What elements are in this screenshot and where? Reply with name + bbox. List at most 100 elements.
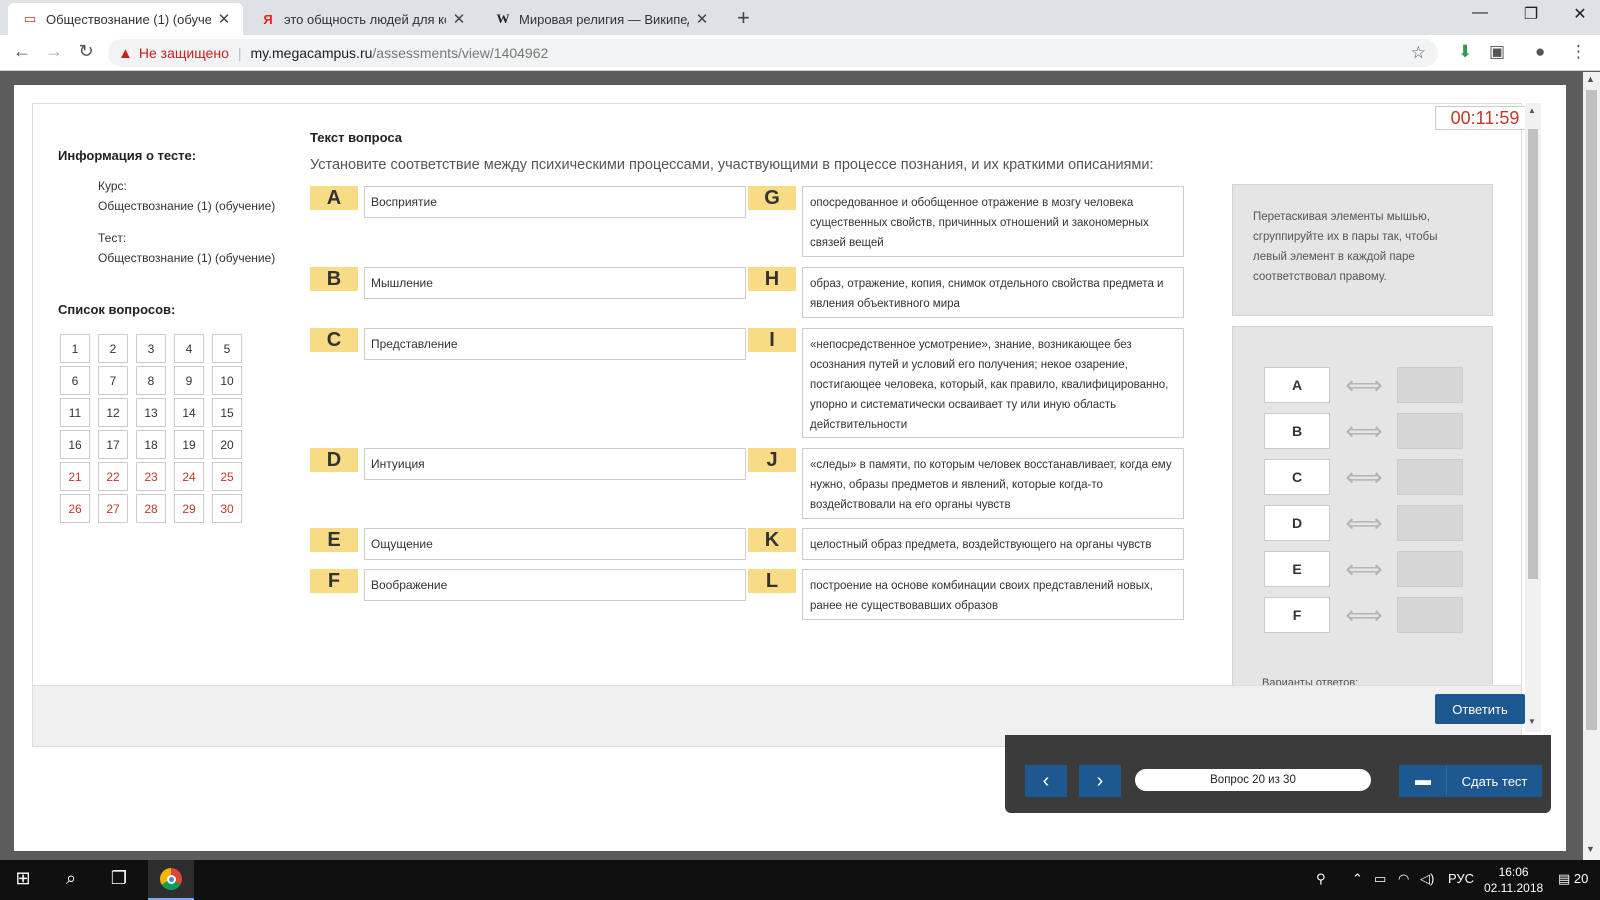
item-letter: C	[310, 328, 358, 352]
task-view-icon[interactable]: ❐	[104, 868, 134, 889]
draggable-item[interactable]: образ, отражение, копия, снимок отдельно…	[802, 267, 1184, 318]
question-number-button[interactable]: 27	[98, 494, 128, 523]
question-number-button[interactable]: 17	[98, 430, 128, 459]
security-label[interactable]: Не защищено	[139, 45, 229, 61]
draggable-item[interactable]: Восприятие	[364, 186, 746, 218]
question-number-button[interactable]: 11	[60, 398, 90, 427]
tray-chevron-icon[interactable]: ⌃	[1352, 871, 1363, 887]
submit-test-button[interactable]: Сдать тест	[1446, 765, 1542, 797]
draggable-item[interactable]: построение на основе комбинации своих пр…	[802, 569, 1184, 620]
pair-drop-slot[interactable]	[1397, 597, 1463, 633]
question-number-button[interactable]: 13	[136, 398, 166, 427]
back-icon[interactable]: ←	[10, 41, 34, 62]
panel-scrollbar[interactable]: ▲ ▼	[1525, 103, 1541, 732]
close-icon[interactable]: ✕	[217, 10, 231, 28]
input-language[interactable]: РУС	[1448, 871, 1474, 886]
people-icon[interactable]: ⚲	[1316, 871, 1326, 887]
draggable-item[interactable]: «следы» в памяти, по которым человек вос…	[802, 448, 1184, 519]
prev-question-button[interactable]: ‹	[1025, 765, 1067, 797]
pair-drop-slot[interactable]	[1397, 505, 1463, 541]
question-number-button[interactable]: 22	[98, 462, 128, 491]
pair-drop-slot[interactable]	[1397, 459, 1463, 495]
scroll-down-icon[interactable]: ▼	[1586, 844, 1595, 854]
minimize-icon[interactable]: —	[1460, 4, 1500, 22]
pair-slot-left[interactable]: A	[1264, 367, 1330, 403]
notification-icon[interactable]: ▤ 20	[1558, 871, 1588, 887]
draggable-item[interactable]: «непосредственное усмотрение», знание, в…	[802, 328, 1184, 438]
draggable-item[interactable]: Мышление	[364, 267, 746, 299]
question-number-button[interactable]: 29	[174, 494, 204, 523]
question-number-button[interactable]: 19	[174, 430, 204, 459]
draggable-item[interactable]: Представление	[364, 328, 746, 360]
menu-icon[interactable]: ⋮	[1570, 42, 1587, 62]
lock-extension-icon[interactable]: ▣	[1489, 42, 1505, 62]
close-icon[interactable]: ✕	[695, 10, 709, 28]
question-number-button[interactable]: 15	[212, 398, 242, 427]
question-number-button[interactable]: 5	[212, 334, 242, 363]
question-number-button[interactable]: 7	[98, 366, 128, 395]
question-number-button[interactable]: 1	[60, 334, 90, 363]
forward-icon[interactable]: →	[42, 41, 66, 62]
windows-start-icon[interactable]: ⊞	[8, 868, 38, 889]
question-number-button[interactable]: 3	[136, 334, 166, 363]
scroll-up-icon[interactable]: ▲	[1586, 74, 1595, 84]
question-number-button[interactable]: 23	[136, 462, 166, 491]
search-icon[interactable]: ⌕	[56, 868, 86, 889]
question-number-button[interactable]: 21	[60, 462, 90, 491]
pair-drop-slot[interactable]	[1397, 367, 1463, 403]
pair-slot-left[interactable]: D	[1264, 505, 1330, 541]
question-number-button[interactable]: 24	[174, 462, 204, 491]
scrollbar-thumb[interactable]	[1528, 129, 1538, 579]
draggable-item[interactable]: Интуиция	[364, 448, 746, 480]
scrollbar-thumb[interactable]	[1586, 90, 1597, 730]
question-number-button[interactable]: 9	[174, 366, 204, 395]
question-number-button[interactable]: 4	[174, 334, 204, 363]
window-close-icon[interactable]: ✕	[1560, 4, 1600, 24]
scroll-down-icon[interactable]: ▼	[1528, 717, 1536, 726]
question-number-button[interactable]: 12	[98, 398, 128, 427]
draggable-item[interactable]: опосредованное и обобщенное отражение в …	[802, 186, 1184, 257]
bookmark-star-icon[interactable]: ☆	[1411, 43, 1426, 63]
battery-icon[interactable]: ▭	[1374, 871, 1386, 887]
wifi-icon[interactable]: ◠	[1398, 871, 1409, 887]
volume-icon[interactable]: ◁)	[1420, 871, 1434, 887]
scroll-up-icon[interactable]: ▲	[1528, 106, 1536, 115]
tab-wikipedia[interactable]: W Мировая религия — Википедия ✕	[481, 3, 721, 35]
pair-slot-left[interactable]: B	[1264, 413, 1330, 449]
question-number-button[interactable]: 30	[212, 494, 242, 523]
maximize-icon[interactable]: ❐	[1511, 4, 1551, 24]
question-number-button[interactable]: 26	[60, 494, 90, 523]
question-number-button[interactable]: 16	[60, 430, 90, 459]
pair-drop-slot[interactable]	[1397, 413, 1463, 449]
new-tab-icon[interactable]: +	[737, 5, 750, 31]
draggable-item[interactable]: целостный образ предмета, воздействующег…	[802, 528, 1184, 560]
question-number-button[interactable]: 25	[212, 462, 242, 491]
next-question-button[interactable]: ›	[1079, 765, 1121, 797]
close-icon[interactable]: ✕	[452, 10, 466, 28]
reload-icon[interactable]: ↻	[74, 41, 98, 62]
pair-drop-slot[interactable]	[1397, 551, 1463, 587]
extension-icon[interactable]: ⬇	[1458, 42, 1472, 62]
question-number-button[interactable]: 10	[212, 366, 242, 395]
question-number-button[interactable]: 28	[136, 494, 166, 523]
chrome-taskbar-button[interactable]	[148, 860, 194, 900]
tab-yandex[interactable]: Я это общность людей для котор ✕	[246, 3, 478, 35]
pair-slot-left[interactable]: F	[1264, 597, 1330, 633]
pair-slot-left[interactable]: E	[1264, 551, 1330, 587]
clock[interactable]: 16:06 02.11.2018	[1484, 864, 1543, 896]
address-bar[interactable]: ▲ Не защищено | my.megacampus.ru/assessm…	[108, 39, 1438, 67]
profile-icon[interactable]: ●	[1535, 42, 1545, 62]
draggable-item[interactable]: Ощущение	[364, 528, 746, 560]
question-number-button[interactable]: 6	[60, 366, 90, 395]
question-number-button[interactable]: 18	[136, 430, 166, 459]
tab-megacampus[interactable]: ▭ Обществознание (1) (обучение) ✕	[8, 3, 243, 35]
question-number-button[interactable]: 8	[136, 366, 166, 395]
answer-button[interactable]: Ответить	[1435, 694, 1525, 724]
question-number-button[interactable]: 2	[98, 334, 128, 363]
question-number-button[interactable]: 14	[174, 398, 204, 427]
question-list-button[interactable]: ▬	[1399, 765, 1447, 797]
draggable-item[interactable]: Воображение	[364, 569, 746, 601]
page-scrollbar[interactable]: ▲ ▼	[1583, 72, 1600, 860]
question-number-button[interactable]: 20	[212, 430, 242, 459]
pair-slot-left[interactable]: C	[1264, 459, 1330, 495]
